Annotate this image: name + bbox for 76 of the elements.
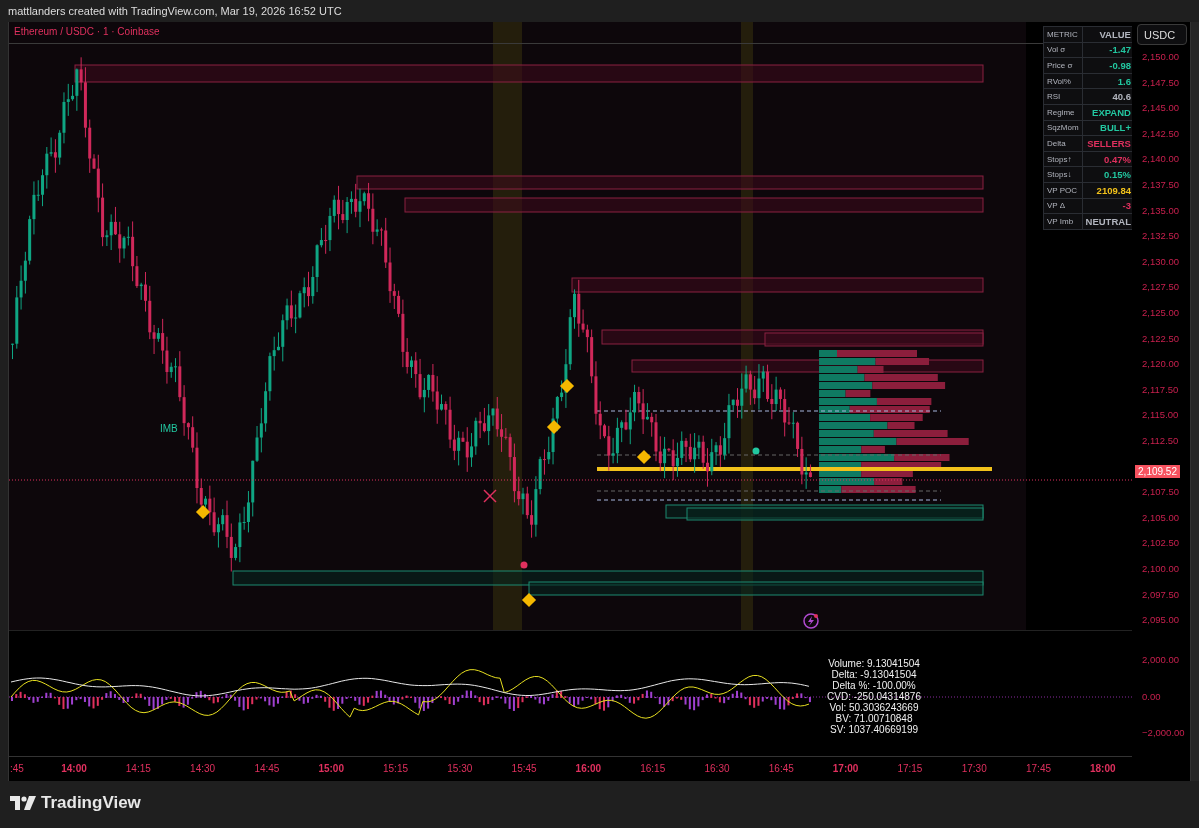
time-label: 17:45 bbox=[1025, 763, 1052, 775]
indicator-axis-label: 2,000.00 bbox=[1142, 654, 1180, 665]
info-line: Volume: 9.13041504 bbox=[828, 658, 920, 670]
time-label: :45 bbox=[10, 763, 24, 775]
time-label: 14:00 bbox=[60, 763, 88, 775]
price-label: 2,132.50 bbox=[1142, 230, 1180, 242]
symbol-title: Ethereum / USDC · 1 · Coinbase bbox=[14, 26, 160, 37]
info-line: Delta: -9.13041504 bbox=[831, 669, 917, 681]
time-label: 14:30 bbox=[189, 763, 217, 775]
cross-marker bbox=[483, 489, 497, 503]
time-label: 15:30 bbox=[446, 763, 474, 775]
currency-button[interactable]: USDC bbox=[1137, 24, 1188, 45]
signal-dot bbox=[752, 447, 760, 455]
last-price-badge: 2,109.52 bbox=[1135, 465, 1180, 478]
price-label: 2,150.00 bbox=[1142, 51, 1180, 62]
table-cell: SqzMom bbox=[1043, 120, 1083, 136]
table-cell: Delta bbox=[1043, 135, 1083, 152]
indicator-axis-label: 0.00 bbox=[1142, 690, 1161, 702]
info-line: BV: 71.00710848 bbox=[835, 713, 913, 725]
time-label: 15:00 bbox=[317, 763, 345, 775]
time-label: 15:45 bbox=[510, 763, 538, 775]
diamond-marker bbox=[559, 378, 575, 394]
chart-credit: mattlanders created with TradingView.com, Mar 19, 2026 16:52 UTC bbox=[7, 4, 343, 19]
price-label: 2,127.50 bbox=[1142, 281, 1180, 293]
price-label: 2,140.00 bbox=[1142, 153, 1180, 165]
table-header: METRIC bbox=[1043, 26, 1083, 43]
time-label: 16:45 bbox=[767, 763, 795, 775]
table-cell: Stops↓ bbox=[1043, 166, 1083, 183]
table-cell: RVol% bbox=[1043, 73, 1083, 89]
price-label: 2,112.50 bbox=[1142, 435, 1179, 446]
time-label: 17:00 bbox=[831, 763, 860, 775]
price-label: 2,100.00 bbox=[1142, 563, 1180, 574]
price-label: 2,135.00 bbox=[1142, 204, 1180, 216]
info-line: CVD: -250.04314876 bbox=[827, 691, 921, 703]
price-label: 2,147.50 bbox=[1142, 76, 1180, 88]
lightning-icon[interactable] bbox=[803, 613, 819, 629]
price-label: 2,130.00 bbox=[1142, 255, 1180, 267]
price-label: 2,115.00 bbox=[1142, 409, 1179, 421]
price-label: 2,142.50 bbox=[1142, 127, 1180, 139]
price-label: 2,105.00 bbox=[1142, 511, 1180, 523]
price-label: 2,137.50 bbox=[1142, 179, 1180, 190]
time-label: 14:15 bbox=[124, 763, 152, 775]
time-label: 16:30 bbox=[703, 763, 731, 775]
price-label: 2,125.00 bbox=[1142, 307, 1180, 318]
price-label: 2,145.00 bbox=[1142, 102, 1180, 114]
price-label: 2,097.50 bbox=[1142, 588, 1180, 600]
table-cell: RSI bbox=[1043, 88, 1083, 105]
time-label: 17:30 bbox=[960, 763, 988, 775]
signal-dot bbox=[520, 561, 528, 569]
table-cell: Stops↑ bbox=[1043, 151, 1083, 167]
time-label: 14:45 bbox=[253, 763, 281, 775]
table-cell: Regime bbox=[1043, 104, 1083, 121]
price-label: 2,120.00 bbox=[1142, 358, 1180, 370]
price-label: 2,102.50 bbox=[1142, 537, 1180, 549]
time-label: 16:00 bbox=[574, 763, 603, 775]
indicator-axis-label: −2,000.00 bbox=[1142, 727, 1185, 738]
price-label: 2,095.00 bbox=[1142, 614, 1180, 626]
brand-name: TradingView bbox=[41, 792, 141, 813]
table-cell: VP POC bbox=[1043, 182, 1083, 199]
brand-logo-icon bbox=[10, 795, 36, 810]
scrollbar-track[interactable] bbox=[1191, 22, 1199, 781]
price-label: 2,107.50 bbox=[1142, 486, 1180, 498]
marker-label: IMB bbox=[160, 423, 178, 434]
table-cell: Vol σ bbox=[1043, 42, 1083, 58]
info-line: Delta %: -100.00% bbox=[832, 680, 916, 692]
table-cell: VP Imb bbox=[1043, 213, 1083, 230]
info-line: SV: 1037.40669199 bbox=[829, 724, 918, 736]
table-cell: VP Δ bbox=[1043, 198, 1083, 214]
time-label: 15:15 bbox=[382, 763, 409, 775]
price-label: 2,122.50 bbox=[1142, 332, 1180, 344]
table-cell: Price σ bbox=[1043, 57, 1083, 74]
time-label: 17:15 bbox=[896, 763, 924, 775]
time-label: 18:00 bbox=[1089, 763, 1117, 775]
info-line: Vol: 50.3036243669 bbox=[829, 702, 919, 714]
time-label: 16:15 bbox=[639, 763, 667, 775]
price-label: 2,117.50 bbox=[1142, 383, 1179, 395]
